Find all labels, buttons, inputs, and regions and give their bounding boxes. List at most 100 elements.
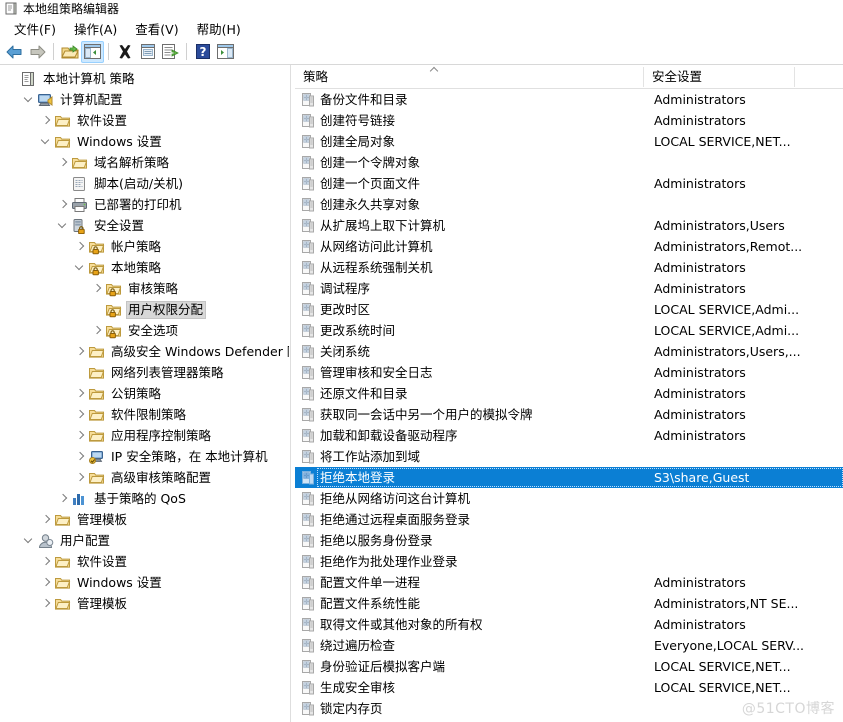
export-list-button[interactable] [159, 41, 182, 63]
policy-row[interactable]: 取得文件或其他对象的所有权 Administrators [295, 614, 843, 635]
console-tree-pane[interactable]: 本地计算机 策略 计算机配置 软件设置 Windows 设置 域名解析策略 脚本(启动/关… [0, 65, 290, 722]
properties-button[interactable] [136, 41, 159, 63]
tree-node[interactable]: 域名解析策略 [0, 152, 289, 173]
policy-row[interactable]: 还原文件和目录 Administrators [295, 383, 843, 404]
tree-node[interactable]: 软件设置 [0, 110, 289, 131]
chevron-right-icon[interactable] [55, 194, 71, 215]
chevron-right-icon[interactable] [89, 278, 105, 299]
policy-row[interactable]: 加载和卸载设备驱动程序 Administrators [295, 425, 843, 446]
policy-row[interactable]: 更改时区 LOCAL SERVICE,Admi... [295, 299, 843, 320]
chevron-right-icon[interactable] [72, 236, 88, 257]
policy-row[interactable]: 创建一个页面文件 Administrators [295, 173, 843, 194]
policy-row[interactable]: 获取同一会话中另一个用户的模拟令牌 Administrators [295, 404, 843, 425]
tree-node[interactable]: 脚本(启动/关机) [0, 173, 289, 194]
policy-row[interactable]: 管理审核和安全日志 Administrators [295, 362, 843, 383]
policy-row[interactable]: 锁定内存页 [295, 698, 843, 719]
policy-name: 创建永久共享对象 [320, 197, 421, 212]
policy-list-pane[interactable]: 策略 安全设置 备份文件和目录 Administrators 创建符号链接 Admin… [295, 65, 843, 722]
tree-node[interactable]: 软件限制策略 [0, 404, 289, 425]
policy-name: 拒绝作为批处理作业登录 [320, 554, 458, 569]
policy-row[interactable]: 从远程系统强制关机 Administrators [295, 257, 843, 278]
chevron-right-icon[interactable] [38, 110, 54, 131]
policy-row[interactable]: 拒绝通过远程桌面服务登录 [295, 509, 843, 530]
tree-node[interactable]: 应用程序控制策略 [0, 425, 289, 446]
policy-row[interactable]: 拒绝本地登录 S3\share,Guest [295, 467, 843, 488]
policy-row[interactable]: 更改系统时间 LOCAL SERVICE,Admi... [295, 320, 843, 341]
tree-node[interactable]: 安全选项 [0, 320, 289, 341]
policy-item-icon [300, 218, 316, 234]
chevron-right-icon[interactable] [72, 404, 88, 425]
chevron-right-icon[interactable] [38, 572, 54, 593]
policy-row[interactable]: 调试程序 Administrators [295, 278, 843, 299]
tree-node[interactable]: 安全设置 [0, 215, 289, 236]
policy-row[interactable]: 备份文件和目录 Administrators [295, 89, 843, 110]
column-header-policy[interactable]: 策略 [295, 65, 645, 89]
chevron-down-icon[interactable] [55, 215, 71, 236]
policy-row[interactable]: 将工作站添加到域 [295, 446, 843, 467]
tree-node[interactable]: 审核策略 [0, 278, 289, 299]
policy-row[interactable]: 创建一个令牌对象 [295, 152, 843, 173]
policy-row[interactable]: 创建全局对象 LOCAL SERVICE,NET... [295, 131, 843, 152]
chevron-right-icon[interactable] [72, 446, 88, 467]
chevron-right-icon[interactable] [38, 509, 54, 530]
policy-row[interactable]: 从网络访问此计算机 Administrators,Remot... [295, 236, 843, 257]
menu-view[interactable]: 查看(V) [127, 17, 188, 40]
tree-node[interactable]: 本地策略 [0, 257, 289, 278]
chevron-right-icon[interactable] [55, 152, 71, 173]
policy-row[interactable]: 配置文件系统性能 Administrators,NT SE... [295, 593, 843, 614]
show-action-pane-button[interactable] [214, 41, 237, 63]
tree-node[interactable]: Windows 设置 [0, 131, 289, 152]
chevron-right-icon[interactable] [38, 551, 54, 572]
policy-row[interactable]: 创建永久共享对象 [295, 194, 843, 215]
chevron-down-icon[interactable] [21, 530, 37, 551]
up-folder-button[interactable] [58, 41, 81, 63]
policy-row[interactable]: 创建符号链接 Administrators [295, 110, 843, 131]
tree-node[interactable]: 帐户策略 [0, 236, 289, 257]
chevron-right-icon[interactable] [55, 488, 71, 509]
back-arrow-button[interactable] [3, 41, 26, 63]
chevron-down-icon[interactable] [38, 131, 54, 152]
menu-file[interactable]: 文件(F) [6, 17, 66, 40]
chevron-down-icon[interactable] [72, 257, 88, 278]
policy-row[interactable]: 拒绝从网络访问这台计算机 [295, 488, 843, 509]
policy-row[interactable]: 拒绝以服务身份登录 [295, 530, 843, 551]
tree-node[interactable]: 高级安全 Windows Defender 防火 [0, 341, 289, 362]
chevron-right-icon[interactable] [72, 383, 88, 404]
column-header-spare[interactable] [795, 65, 843, 89]
tree-node[interactable]: 管理模板 [0, 509, 289, 530]
chevron-right-icon[interactable] [72, 467, 88, 488]
chevron-down-icon[interactable] [21, 89, 37, 110]
policy-row[interactable]: 拒绝作为批处理作业登录 [295, 551, 843, 572]
chevron-right-icon[interactable] [72, 341, 88, 362]
policy-row[interactable]: 从扩展坞上取下计算机 Administrators,Users [295, 215, 843, 236]
tree-node[interactable]: 软件设置 [0, 551, 289, 572]
tree-node[interactable]: 基于策略的 QoS [0, 488, 289, 509]
menu-help[interactable]: 帮助(H) [189, 17, 251, 40]
column-header-security-setting[interactable]: 安全设置 [644, 65, 796, 89]
policy-row[interactable]: 身份验证后模拟客户端 LOCAL SERVICE,NET... [295, 656, 843, 677]
tree-node[interactable]: 用户权限分配 [0, 299, 289, 320]
tree-node[interactable]: 计算机配置 [0, 89, 289, 110]
policy-row[interactable]: 配置文件单一进程 Administrators [295, 572, 843, 593]
policy-row[interactable]: 绕过遍历检查 Everyone,LOCAL SERV... [295, 635, 843, 656]
help-button[interactable]: ? [191, 41, 214, 63]
tree-node[interactable]: 公钥策略 [0, 383, 289, 404]
menu-action[interactable]: 操作(A) [66, 17, 127, 40]
tree-node[interactable]: 管理模板 [0, 593, 289, 614]
policy-row[interactable]: 生成安全审核 LOCAL SERVICE,NET... [295, 677, 843, 698]
policy-row[interactable]: 关闭系统 Administrators,Users,... [295, 341, 843, 362]
chevron-right-icon[interactable] [38, 593, 54, 614]
tree-node[interactable]: 用户配置 [0, 530, 289, 551]
tree-node[interactable]: 高级审核策略配置 [0, 467, 289, 488]
tree-node[interactable]: 网络列表管理器策略 [0, 362, 289, 383]
tree-node[interactable]: 本地计算机 策略 [0, 68, 289, 89]
tree-node[interactable]: Windows 设置 [0, 572, 289, 593]
delete-button[interactable] [113, 41, 136, 63]
chevron-right-icon[interactable] [89, 320, 105, 341]
show-hide-tree-button[interactable] [81, 40, 104, 63]
tree-node[interactable]: IP 安全策略，在 本地计算机 [0, 446, 289, 467]
forward-arrow-button[interactable] [26, 41, 49, 63]
menu-bar: 文件(F) 操作(A) 查看(V) 帮助(H) [0, 17, 843, 39]
tree-node[interactable]: 已部署的打印机 [0, 194, 289, 215]
chevron-right-icon[interactable] [72, 425, 88, 446]
